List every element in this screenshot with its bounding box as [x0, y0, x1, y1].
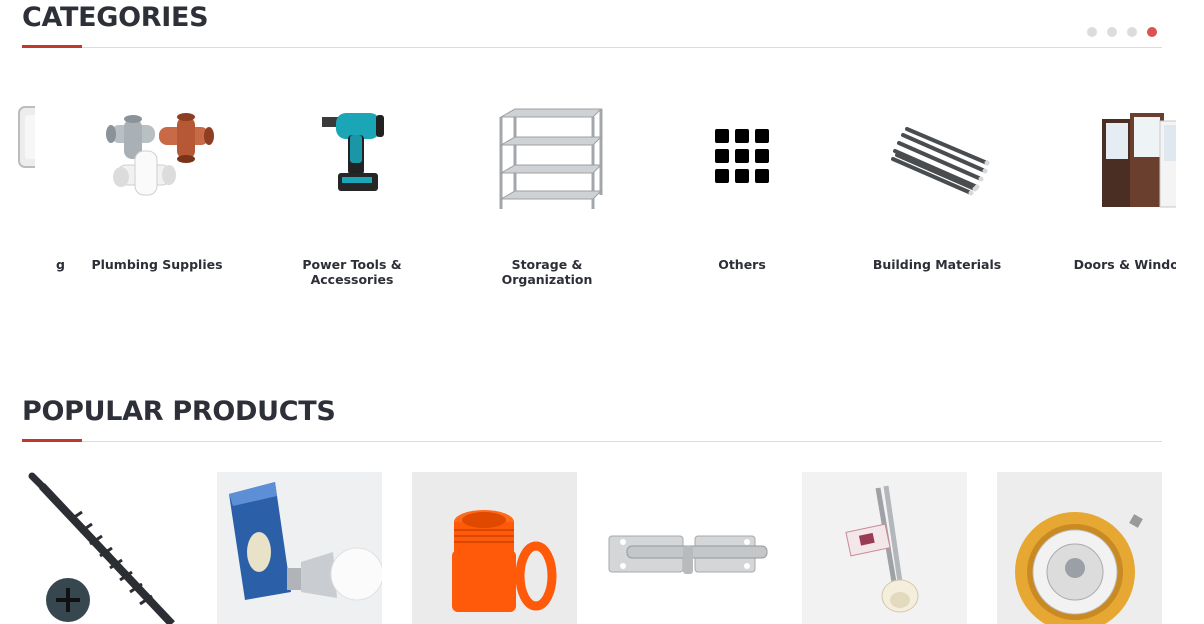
partial-product-icon — [0, 95, 35, 215]
product-card-barrel-bolt[interactable] — [607, 472, 772, 624]
category-item-doors[interactable]: Doors & Window — [1042, 95, 1176, 272]
category-item-plumbing[interactable]: Plumbing Supplies — [67, 95, 247, 272]
led-bulb-icon — [229, 482, 382, 601]
product-card-led-bulb[interactable] — [217, 472, 382, 624]
category-label: Doors & Window — [1073, 257, 1176, 272]
product-card-downlight[interactable] — [997, 472, 1162, 624]
category-label: Storage & Organization — [501, 257, 593, 287]
carousel-dot-2[interactable] — [1107, 27, 1117, 37]
popular-products-title: POPULAR PRODUCTS — [22, 396, 336, 427]
category-item-building[interactable]: Building Materials — [847, 95, 1027, 272]
category-label: Building Materials — [872, 257, 1002, 272]
barrel-bolt-icon — [608, 535, 768, 574]
category-label: Plumbing Supplies — [91, 257, 223, 272]
category-item-partial[interactable]: g — [0, 95, 65, 272]
categories-title: CATEGORIES — [22, 2, 209, 33]
categories-title-accent — [22, 45, 82, 48]
carousel-dot-1[interactable] — [1087, 27, 1097, 37]
rebar-bundle-icon — [877, 95, 997, 215]
popular-title-accent — [22, 439, 82, 442]
carousel-dot-3[interactable] — [1127, 27, 1137, 37]
product-card-heating-element[interactable] — [802, 472, 967, 624]
categories-carousel[interactable]: g Plumbing Supplies Power Tools & Access… — [0, 95, 1176, 315]
product-card-screw[interactable] — [22, 472, 187, 624]
category-item-others[interactable]: Others — [652, 95, 832, 272]
heating-element-icon — [845, 485, 919, 613]
pipe-fittings-icon — [97, 95, 217, 215]
shelving-rack-icon — [487, 95, 607, 215]
category-label: Power Tools & Accessories — [302, 257, 402, 287]
categories-title-divider — [22, 47, 1162, 48]
category-label: Others — [718, 257, 766, 272]
drywall-screw-icon — [28, 472, 175, 624]
carousel-dot-4[interactable] — [1147, 27, 1157, 37]
cordless-drill-icon — [292, 95, 412, 215]
category-item-power-tools[interactable]: Power Tools & Accessories — [262, 95, 442, 287]
doors-windows-icon — [1072, 95, 1176, 215]
carousel-pagination — [1087, 27, 1157, 37]
category-label: g — [56, 257, 65, 272]
ceiling-downlight-icon — [1015, 512, 1143, 624]
category-item-storage[interactable]: Storage & Organization — [457, 95, 637, 287]
popular-title-divider — [22, 441, 1162, 442]
grid-icon — [682, 95, 802, 215]
pipe-adapter-icon — [452, 510, 557, 612]
product-card-pipe-adapter[interactable] — [412, 472, 577, 624]
